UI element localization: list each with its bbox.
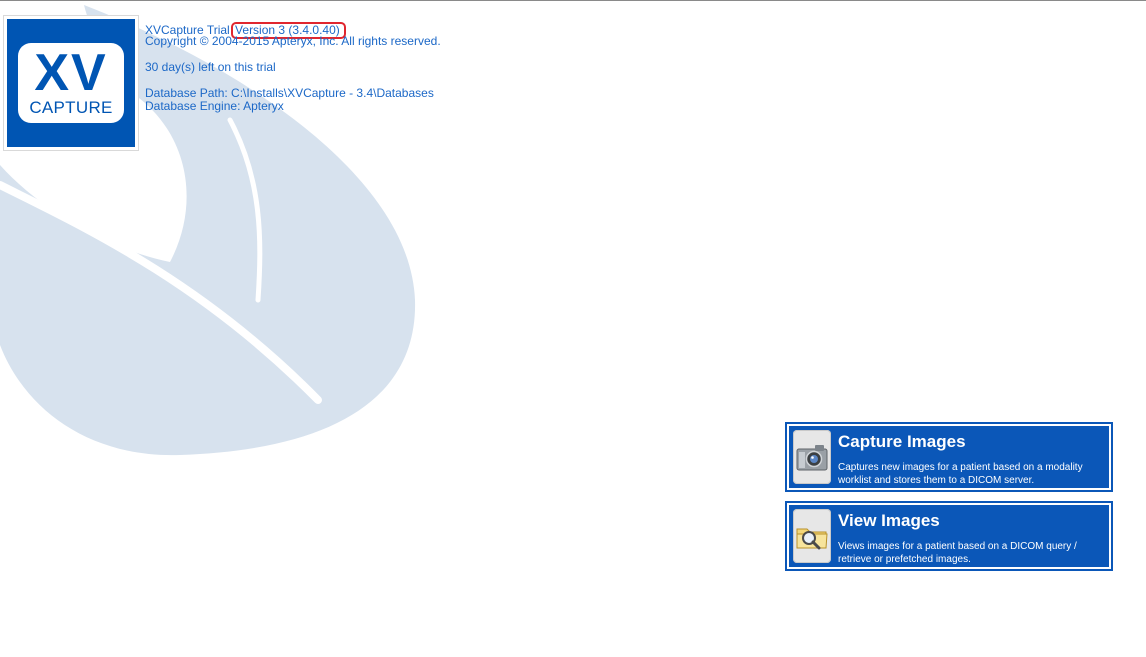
view-images-title: View Images [838,511,940,530]
logo-capture-text: CAPTURE [29,98,113,117]
view-icon-tile [793,509,831,563]
capture-images-title: Capture Images [838,432,966,451]
view-images-description: Views images for a patient based on a DI… [838,541,1077,565]
folder-magnifier-icon [796,528,828,550]
logo-background: XV CAPTURE [7,19,135,147]
camera-icon [796,445,828,471]
logo-badge: XV CAPTURE [18,43,124,123]
database-engine-text: Database Engine: Apteryx [145,99,284,113]
capture-icon-tile [793,430,831,484]
view-images-button[interactable]: View Images Views images for a patient b… [785,501,1113,571]
xvcapture-logo: XV CAPTURE [4,16,138,150]
logo-xv-text: XV [34,44,108,102]
copyright-text: Copyright © 2004-2015 Apteryx, Inc. All … [145,34,441,48]
capture-images-button[interactable]: Capture Images Captures new images for a… [785,422,1113,492]
trial-status-text: 30 day(s) left on this trial [145,60,276,74]
capture-images-description: Captures new images for a patient based … [838,462,1083,486]
